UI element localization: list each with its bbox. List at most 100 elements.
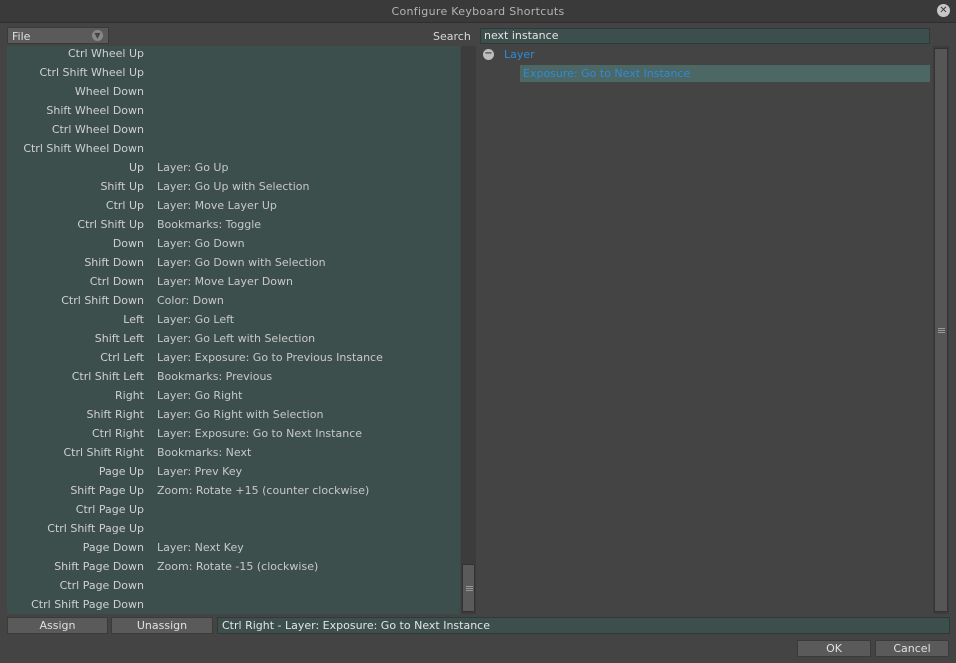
collapse-icon[interactable]: −: [483, 49, 494, 60]
shortcut-row[interactable]: Ctrl Shift Wheel Down: [7, 141, 460, 160]
shortcut-key: Ctrl Shift Left: [71, 370, 144, 383]
shortcut-row[interactable]: Ctrl Right Layer: Exposure: Go to Next In…: [7, 426, 460, 445]
shortcut-command: Layer: Exposure: Go to Previous Instance: [157, 351, 383, 364]
chevron-down-icon: ▼: [92, 30, 103, 41]
tree-item-label: Exposure: Go to Next Instance: [523, 67, 691, 80]
shortcut-status-field[interactable]: Ctrl Right - Layer: Exposure: Go to Next…: [217, 617, 950, 634]
shortcut-key: Ctrl Shift Down: [61, 294, 144, 307]
shortcut-command: Layer: Go Left with Selection: [157, 332, 316, 345]
shortcut-row[interactable]: Ctrl Shift Page Down: [7, 597, 460, 614]
shortcut-command: Zoom: Rotate -15 (clockwise): [157, 560, 319, 573]
shortcut-row[interactable]: Shift Wheel Down: [7, 103, 460, 122]
shortcut-key: Shift Page Up: [70, 484, 144, 497]
shortcut-row[interactable]: Ctrl Shift Page Up: [7, 521, 460, 540]
shortcut-command: Layer: Go Right: [157, 389, 243, 402]
shortcut-command: Zoom: Rotate +15 (counter clockwise): [157, 484, 370, 497]
shortcut-list-scrollbar[interactable]: [461, 46, 476, 614]
unassign-button[interactable]: Unassign: [111, 617, 213, 634]
shortcut-key: Ctrl Shift Right: [63, 446, 144, 459]
cancel-button[interactable]: Cancel: [875, 640, 949, 657]
shortcut-row[interactable]: Ctrl Wheel Up: [7, 46, 460, 65]
scrollbar-thumb[interactable]: [462, 564, 475, 612]
shortcut-command: Layer: Go Up with Selection: [157, 180, 310, 193]
shortcut-row[interactable]: Ctrl Shift Left Bookmarks: Previous: [7, 369, 460, 388]
shortcut-command: Layer: Go Left: [157, 313, 235, 326]
shortcut-key: Ctrl Shift Page Down: [31, 598, 144, 611]
shortcut-command: Layer: Move Layer Down: [157, 275, 294, 288]
shortcut-command: Layer: Go Up: [157, 161, 229, 174]
tree-node-label: Layer: [504, 48, 535, 61]
shortcut-command: Layer: Go Right with Selection: [157, 408, 324, 421]
shortcut-row[interactable]: Ctrl Shift Up Bookmarks: Toggle: [7, 217, 460, 236]
shortcut-key: Ctrl Up: [105, 199, 144, 212]
shortcut-row[interactable]: Page Up Layer: Prev Key: [7, 464, 460, 483]
shortcut-row[interactable]: Shift Up Layer: Go Up with Selection: [7, 179, 460, 198]
shortcut-command: Bookmarks: Next: [157, 446, 252, 459]
shortcut-row[interactable]: Ctrl Shift Wheel Up: [7, 65, 460, 84]
shortcut-command: Color: Down: [157, 294, 224, 307]
shortcut-key: Ctrl Right: [91, 427, 144, 440]
shortcut-row[interactable]: Ctrl Wheel Down: [7, 122, 460, 141]
shortcut-row[interactable]: Up Layer: Go Up: [7, 160, 460, 179]
shortcut-row[interactable]: Ctrl Up Layer: Move Layer Up: [7, 198, 460, 217]
shortcut-row[interactable]: Shift Page Up Zoom: Rotate +15 (counter c…: [7, 483, 460, 502]
shortcut-key: Ctrl Left: [100, 351, 144, 364]
file-dropdown[interactable]: File ▼: [7, 27, 109, 44]
shortcut-list[interactable]: Ctrl Wheel Up Ctrl Shift Wheel Up Wheel Do…: [7, 46, 460, 614]
shortcut-key: Page Up: [98, 465, 144, 478]
shortcut-key: Ctrl Shift Up: [77, 218, 144, 231]
shortcut-row[interactable]: Right Layer: Go Right: [7, 388, 460, 407]
shortcut-row[interactable]: Shift Down Layer: Go Down with Selection: [7, 255, 460, 274]
shortcut-row[interactable]: Ctrl Page Up: [7, 502, 460, 521]
tree-node-layer[interactable]: − Layer: [480, 46, 932, 64]
shortcut-key: Wheel Down: [74, 85, 144, 98]
search-label: Search: [433, 30, 471, 43]
shortcut-row[interactable]: Ctrl Left Layer: Exposure: Go to Previous…: [7, 350, 460, 369]
ok-button[interactable]: OK: [797, 640, 871, 657]
shortcut-command: Layer: Move Layer Up: [157, 199, 277, 212]
shortcut-key: Shift Page Down: [54, 560, 144, 573]
title-bar: Configure Keyboard Shortcuts ✕: [0, 0, 956, 23]
shortcut-command: Bookmarks: Previous: [157, 370, 273, 383]
tree-item-selected[interactable]: Exposure: Go to Next Instance: [520, 65, 930, 82]
shortcut-key: Shift Left: [94, 332, 144, 345]
shortcut-row[interactable]: Ctrl Shift Right Bookmarks: Next: [7, 445, 460, 464]
shortcut-command: Bookmarks: Toggle: [157, 218, 262, 231]
shortcut-key: Page Down: [82, 541, 144, 554]
shortcut-key: Ctrl Wheel Down: [51, 123, 144, 136]
search-input[interactable]: next instance: [480, 28, 930, 44]
shortcut-command: Layer: Next Key: [157, 541, 244, 554]
shortcut-key: Shift Right: [86, 408, 144, 421]
shortcut-key: Shift Down: [84, 256, 144, 269]
shortcut-row[interactable]: Left Layer: Go Left: [7, 312, 460, 331]
shortcut-row[interactable]: Page Down Layer: Next Key: [7, 540, 460, 559]
shortcut-row[interactable]: Down Layer: Go Down: [7, 236, 460, 255]
search-results-tree: − Layer Exposure: Go to Next Instance: [480, 46, 932, 614]
shortcut-key: Ctrl Page Up: [75, 503, 144, 516]
shortcut-key: Ctrl Page Down: [59, 579, 144, 592]
shortcut-command: Layer: Prev Key: [157, 465, 243, 478]
scrollbar-thumb[interactable]: [934, 48, 948, 612]
shortcut-key: Ctrl Shift Page Up: [47, 522, 144, 535]
shortcut-key: Up: [128, 161, 144, 174]
shortcut-key: Right: [115, 389, 144, 402]
shortcut-key: Ctrl Shift Wheel Up: [39, 66, 144, 79]
shortcut-row[interactable]: Wheel Down: [7, 84, 460, 103]
window-title: Configure Keyboard Shortcuts: [391, 5, 565, 18]
assign-button[interactable]: Assign: [7, 617, 108, 634]
shortcut-key: Shift Wheel Down: [46, 104, 144, 117]
file-dropdown-label: File: [12, 30, 31, 43]
shortcut-command: Layer: Go Down: [157, 237, 245, 250]
shortcut-key: Ctrl Down: [89, 275, 144, 288]
shortcut-row[interactable]: Shift Left Layer: Go Left with Selection: [7, 331, 460, 350]
shortcut-command: Layer: Go Down with Selection: [157, 256, 326, 269]
shortcut-row[interactable]: Ctrl Shift Down Color: Down: [7, 293, 460, 312]
shortcut-command: Layer: Exposure: Go to Next Instance: [157, 427, 363, 440]
close-icon[interactable]: ✕: [937, 4, 950, 17]
shortcut-key: Left: [123, 313, 144, 326]
results-scrollbar[interactable]: [933, 46, 949, 614]
shortcut-row[interactable]: Shift Right Layer: Go Right with Selectio…: [7, 407, 460, 426]
shortcut-row[interactable]: Ctrl Down Layer: Move Layer Down: [7, 274, 460, 293]
shortcut-row[interactable]: Ctrl Page Down: [7, 578, 460, 597]
shortcut-row[interactable]: Shift Page Down Zoom: Rotate -15 (clockwi…: [7, 559, 460, 578]
